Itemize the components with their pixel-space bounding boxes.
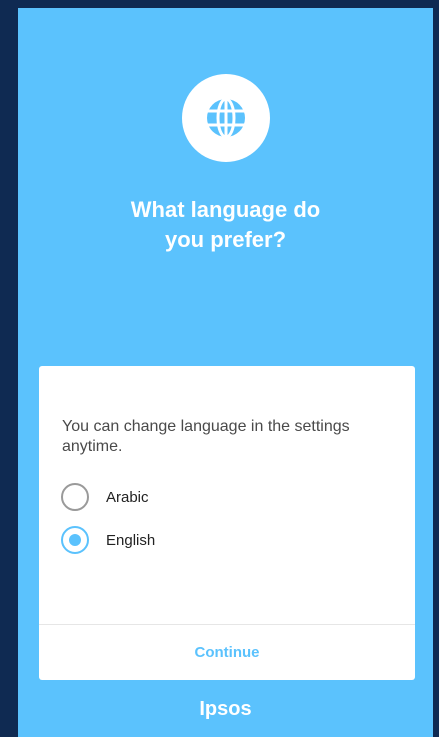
brand-name: Ipsos	[199, 698, 252, 720]
title-line-1: What language do	[130, 197, 321, 222]
radio-english[interactable]	[61, 526, 89, 554]
device-frame: What language do you prefer? You can cha…	[0, 0, 439, 737]
info-text: You can change language in the settings …	[62, 418, 350, 455]
globe-badge	[182, 74, 270, 162]
option-arabic[interactable]: Arabic	[61, 480, 149, 514]
language-screen: What language do you prefer? You can cha…	[18, 8, 433, 737]
language-card: You can change language in the settings …	[39, 366, 415, 680]
page-title: What language do you prefer?	[18, 195, 433, 255]
option-english[interactable]: English	[61, 523, 155, 557]
radio-arabic[interactable]	[61, 483, 89, 511]
option-arabic-label: Arabic	[106, 488, 149, 506]
title-line-2: you prefer?	[164, 227, 287, 252]
globe-icon	[207, 97, 245, 139]
continue-button[interactable]: Continue	[39, 625, 415, 680]
option-english-label: English	[106, 531, 156, 549]
